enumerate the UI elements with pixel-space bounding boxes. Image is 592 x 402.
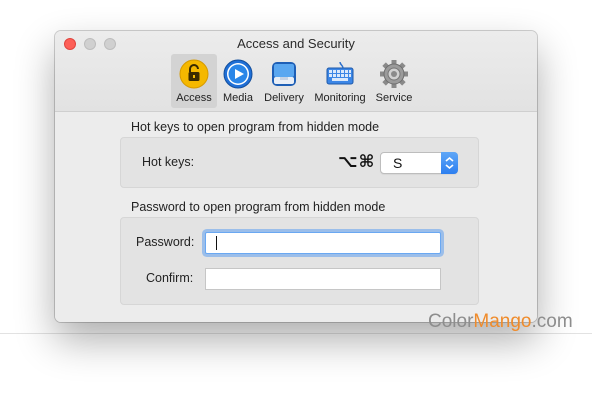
preferences-window: Access and Security Access Media Deliver… <box>55 31 537 322</box>
hotkey-key-value: S <box>393 155 403 171</box>
watermark-part2: Mango <box>473 311 532 332</box>
tab-monitoring-label: Monitoring <box>314 92 366 104</box>
tab-media-label: Media <box>223 92 253 104</box>
hotkeys-label: Hot keys: <box>142 155 195 169</box>
tab-delivery-label: Delivery <box>264 92 304 104</box>
access-pane: Hot keys to open program from hidden mod… <box>55 112 537 322</box>
play-icon <box>223 59 253 89</box>
hotkeys-section-title: Hot keys to open program from hidden mod… <box>131 120 380 134</box>
inbox-icon <box>269 59 299 89</box>
title-bar: Access and Security Access Media Deliver… <box>55 31 537 112</box>
confirm-label: Confirm: <box>146 271 194 285</box>
tab-media[interactable]: Media <box>218 54 258 108</box>
password-section-title: Password to open program from hidden mod… <box>131 200 386 214</box>
tab-service[interactable]: Service <box>371 54 417 108</box>
watermark-part1: Color <box>428 311 474 332</box>
chevron-updown-icon <box>441 152 458 174</box>
hotkey-key-select[interactable]: S <box>380 152 458 174</box>
password-label: Password: <box>136 235 195 249</box>
keyboard-icon <box>325 59 355 89</box>
window-title: Access and Security <box>237 36 355 51</box>
confirm-password-field[interactable] <box>205 268 441 290</box>
password-field[interactable] <box>205 232 441 254</box>
hotkeys-box: Hot keys: ⌥⌘ S <box>120 137 479 188</box>
tab-service-label: Service <box>375 92 413 104</box>
tab-access-label: Access <box>176 92 212 104</box>
tab-monitoring[interactable]: Monitoring <box>310 54 370 108</box>
tab-access[interactable]: Access <box>171 54 217 108</box>
lock-icon <box>179 59 209 89</box>
background-divider <box>0 333 592 334</box>
modifier-keys: ⌥⌘ <box>338 152 376 171</box>
tab-delivery[interactable]: Delivery <box>259 54 309 108</box>
password-box: Password: Confirm: <box>120 217 479 305</box>
watermark-part3: .com <box>531 311 573 332</box>
text-caret <box>216 236 217 250</box>
gear-icon <box>379 59 409 89</box>
watermark: ColorMango.com <box>428 311 573 333</box>
